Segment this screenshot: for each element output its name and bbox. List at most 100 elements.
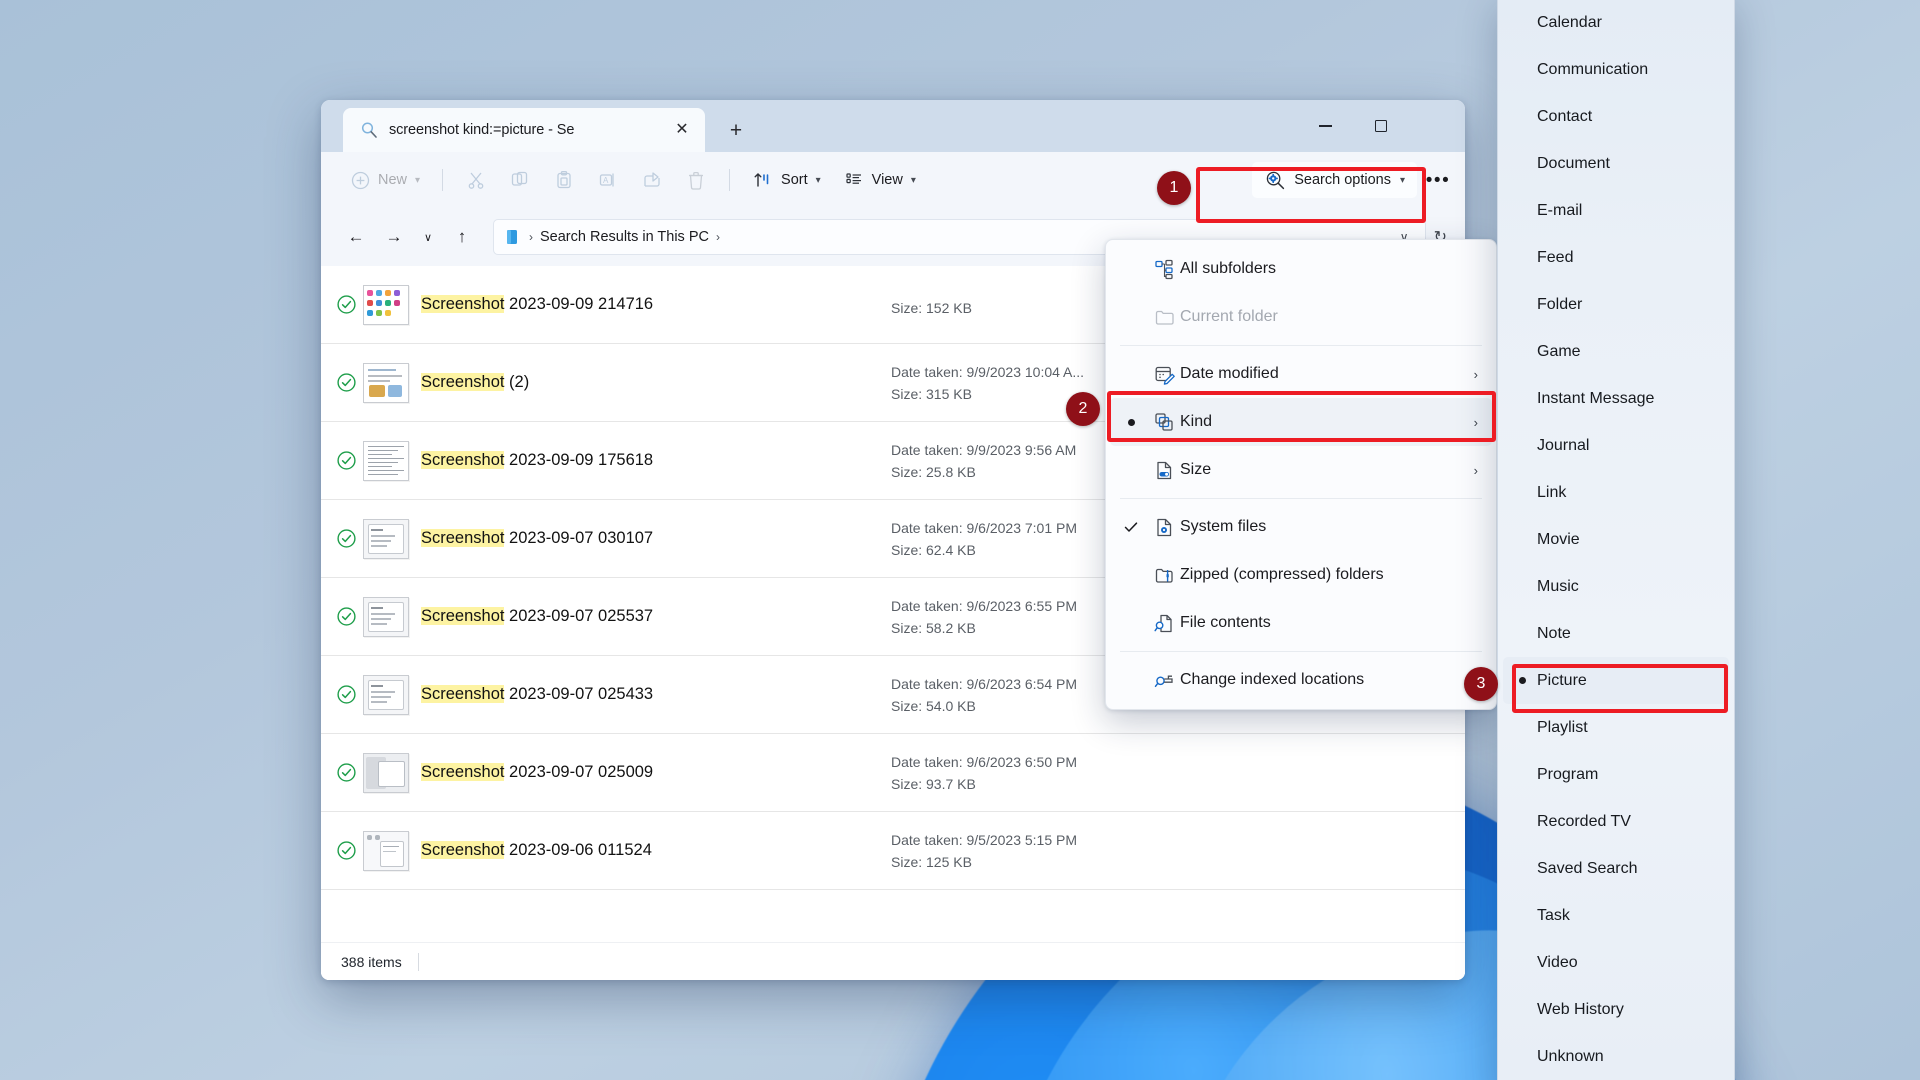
minimize-button[interactable] <box>1297 100 1353 152</box>
kind-option-label: Communication <box>1537 60 1649 78</box>
kind-option-instant-message[interactable]: Instant Message <box>1503 375 1729 422</box>
paste-button[interactable] <box>543 162 585 198</box>
menu-item-label: All subfolders <box>1180 260 1277 277</box>
file-name-rest: 2023-09-09 175618 <box>504 451 654 469</box>
kind-option-folder[interactable]: Folder <box>1503 281 1729 328</box>
close-window-button[interactable] <box>1409 100 1465 152</box>
file-size: Size: 315 KB <box>891 385 972 402</box>
kind-option-communication[interactable]: Communication <box>1503 46 1729 93</box>
up-button[interactable]: ↑ <box>445 220 479 254</box>
kind-option-music[interactable]: Music <box>1503 563 1729 610</box>
file-size: Size: 62.4 KB <box>891 541 976 558</box>
search-option-date-modified[interactable]: Date modified › <box>1110 350 1492 398</box>
tab-title: screenshot kind:=picture - Se <box>389 122 575 138</box>
file-thumbnail <box>363 674 409 715</box>
maximize-button[interactable] <box>1353 100 1409 152</box>
menu-item-label: Current folder <box>1180 308 1278 325</box>
new-button[interactable]: New ▾ <box>339 162 430 198</box>
annotation-badge-3: 3 <box>1464 667 1498 701</box>
kind-option-document[interactable]: Document <box>1503 140 1729 187</box>
file-size: Size: 25.8 KB <box>891 463 976 480</box>
browser-tab-search-results[interactable]: screenshot kind:=picture - Se ✕ <box>343 108 705 152</box>
kind-option-video[interactable]: Video <box>1503 939 1729 986</box>
new-tab-button[interactable]: + <box>719 113 753 147</box>
sort-label: Sort <box>781 172 808 188</box>
file-name: Screenshot 2023-09-07 025537 <box>421 607 891 626</box>
file-metadata: Date taken: 9/5/2023 5:15 PM Size: 125 KB <box>891 832 1077 870</box>
share-icon <box>641 169 663 191</box>
kind-option-label: Journal <box>1537 436 1590 454</box>
kind-option-movie[interactable]: Movie <box>1503 516 1729 563</box>
file-metadata: Date taken: 9/6/2023 6:54 PM Size: 54.0 K… <box>891 676 1077 714</box>
kind-option-label: Recorded TV <box>1537 812 1631 830</box>
search-option-current-folder: Current folder <box>1110 293 1492 341</box>
view-button[interactable]: View ▾ <box>833 162 926 198</box>
delete-button[interactable] <box>675 162 717 198</box>
kind-option-recorded-tv[interactable]: Recorded TV <box>1503 798 1729 845</box>
svg-text:A: A <box>603 176 609 185</box>
kind-option-unknown[interactable]: Unknown <box>1503 1033 1729 1080</box>
kind-option-label: Music <box>1537 577 1579 595</box>
search-option-change-indexed-locations[interactable]: Change indexed locations <box>1110 656 1492 704</box>
file-metadata: Size: 152 KB <box>891 294 972 316</box>
size-icon <box>1148 460 1180 481</box>
sort-button[interactable]: Sort ▾ <box>742 162 831 198</box>
file-name-rest: 2023-09-07 025537 <box>504 607 654 625</box>
file-thumbnail <box>363 596 409 637</box>
kind-option-link[interactable]: Link <box>1503 469 1729 516</box>
submenu-chevron-icon: › <box>1473 366 1478 382</box>
file-metadata: Date taken: 9/9/2023 10:04 A... Size: 315… <box>891 364 1084 402</box>
sync-status-icon <box>329 450 363 471</box>
kind-icon <box>1148 412 1180 433</box>
file-name-rest: 2023-09-07 030107 <box>504 529 654 547</box>
search-option-all-subfolders[interactable]: All subfolders <box>1110 245 1492 293</box>
file-row[interactable]: Screenshot 2023-09-07 025009 Date taken: … <box>321 734 1465 812</box>
breadcrumb[interactable]: Search Results in This PC <box>540 229 709 245</box>
kind-option-picture[interactable]: Picture <box>1503 657 1729 704</box>
file-name: Screenshot 2023-09-09 214716 <box>421 295 891 314</box>
file-date-taken: Date taken: 9/5/2023 5:15 PM <box>891 831 1078 848</box>
sync-status-icon <box>329 528 363 549</box>
kind-option-contact[interactable]: Contact <box>1503 93 1729 140</box>
file-metadata: Date taken: 9/6/2023 6:50 PM Size: 93.7 K… <box>891 754 1077 792</box>
kind-option-label: Folder <box>1537 295 1583 313</box>
search-option-system-files[interactable]: System files <box>1110 503 1492 551</box>
search-option-kind[interactable]: Kind › <box>1110 398 1492 446</box>
kind-option-program[interactable]: Program <box>1503 751 1729 798</box>
menu-divider <box>1120 651 1482 652</box>
command-bar: New ▾ A Sort ▾ View ▾ Search options ▾ •… <box>321 152 1465 208</box>
kind-option-journal[interactable]: Journal <box>1503 422 1729 469</box>
search-options-button[interactable]: Search options ▾ <box>1252 162 1417 198</box>
kind-option-game[interactable]: Game <box>1503 328 1729 375</box>
file-size: Size: 152 KB <box>891 299 972 316</box>
kind-option-feed[interactable]: Feed <box>1503 234 1729 281</box>
recent-locations-button[interactable]: ∨ <box>415 220 441 254</box>
kind-option-note[interactable]: Note <box>1503 610 1729 657</box>
file-name-rest: 2023-09-09 214716 <box>504 295 654 313</box>
file-date-taken: Date taken: 9/6/2023 6:54 PM <box>891 675 1078 692</box>
kind-option-playlist[interactable]: Playlist <box>1503 704 1729 751</box>
toolbar-divider <box>442 169 444 191</box>
subfolders-icon <box>1148 259 1180 280</box>
search-option-file-contents[interactable]: File contents <box>1110 599 1492 647</box>
share-button[interactable] <box>631 162 673 198</box>
cut-button[interactable] <box>455 162 497 198</box>
search-term-highlight: Screenshot <box>421 685 505 703</box>
kind-option-saved-search[interactable]: Saved Search <box>1503 845 1729 892</box>
kind-option-e-mail[interactable]: E-mail <box>1503 187 1729 234</box>
forward-button[interactable]: → <box>377 220 411 254</box>
search-option-zipped-compressed-folders[interactable]: Zipped (compressed) folders <box>1110 551 1492 599</box>
file-thumbnail <box>363 518 409 559</box>
kind-option-calendar[interactable]: Calendar <box>1503 0 1729 46</box>
overflow-menu-button[interactable]: ••• <box>1419 162 1457 198</box>
search-option-size[interactable]: Size › <box>1110 446 1492 494</box>
kind-option-web-history[interactable]: Web History <box>1503 986 1729 1033</box>
back-button[interactable]: ← <box>339 220 373 254</box>
kind-option-task[interactable]: Task <box>1503 892 1729 939</box>
file-row[interactable]: Screenshot 2023-09-06 011524 Date taken: … <box>321 812 1465 890</box>
toolbar-divider-2 <box>729 169 731 191</box>
file-size: Size: 125 KB <box>891 853 972 870</box>
close-tab-icon[interactable]: ✕ <box>669 117 695 143</box>
copy-button[interactable] <box>499 162 541 198</box>
rename-button[interactable]: A <box>587 162 629 198</box>
